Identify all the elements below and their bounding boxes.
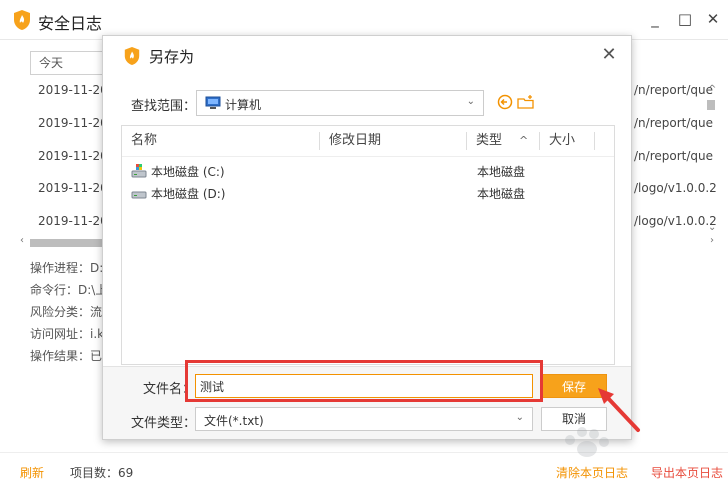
header-divider	[122, 156, 614, 157]
log-date: 2019-11-20	[38, 149, 108, 163]
drive-c-icon	[131, 164, 147, 178]
date-filter-select[interactable]: 今天	[30, 51, 105, 75]
item-count: 项目数：69	[70, 466, 134, 480]
dialog-close-button[interactable]: ✕	[599, 44, 619, 65]
detail-risk: 风险分类：流	[30, 305, 103, 319]
look-in-label: 查找范围：	[131, 99, 197, 114]
scroll-up-icon[interactable]: ^	[708, 84, 716, 95]
shield-logo-icon	[14, 10, 30, 30]
log-date: 2019-11-20	[38, 83, 108, 97]
column-divider[interactable]	[594, 132, 595, 150]
minimize-button[interactable]: _	[644, 8, 666, 30]
chevron-down-icon: ⌄	[466, 96, 475, 107]
column-name[interactable]: 名称	[131, 126, 157, 156]
column-divider[interactable]	[319, 132, 320, 150]
dialog-title: 另存为	[149, 48, 195, 66]
export-page-log-link[interactable]: 导出本页日志	[651, 464, 723, 481]
shield-logo-icon	[124, 47, 140, 65]
file-name-input[interactable]	[195, 374, 533, 398]
scroll-down-icon[interactable]: ⌄	[708, 222, 716, 233]
sort-asc-icon: ^	[519, 134, 529, 147]
drive-d-icon	[131, 191, 147, 199]
log-url: /n/report/que	[634, 116, 713, 130]
list-item[interactable]: 本地磁盘 (D:) 本地磁盘	[122, 182, 614, 204]
save-as-dialog: 另存为 ✕ 查找范围： 计算机 ⌄ 名称 修改日期 类型 ^ 大小 本地磁盘 (…	[102, 35, 632, 440]
file-name-label: 文件名：	[143, 382, 196, 397]
scroll-left-icon[interactable]: ‹	[20, 235, 24, 246]
drive-type: 本地磁盘	[477, 187, 526, 201]
file-type-value: 文件(*.txt)	[204, 414, 264, 428]
new-folder-icon[interactable]	[517, 94, 535, 110]
detail-cmdline: 命令行：D:\上	[30, 283, 108, 297]
log-url: /n/report/que	[634, 149, 713, 163]
clear-page-log-link[interactable]: 清除本页日志	[556, 464, 628, 481]
look-in-select[interactable]: 计算机 ⌄	[196, 90, 484, 116]
detail-process: 操作进程：D:\_	[30, 261, 114, 275]
detail-url: 访问网址：i.kp	[30, 327, 112, 341]
column-size[interactable]: 大小	[549, 126, 575, 156]
column-divider[interactable]	[539, 132, 540, 150]
vertical-scroll-thumb[interactable]	[707, 100, 715, 110]
log-date: 2019-11-20	[38, 181, 108, 195]
computer-icon	[205, 96, 221, 109]
log-url: /logo/v1.0.0.2	[634, 214, 717, 228]
file-type-select[interactable]: 文件(*.txt) ⌄	[195, 407, 533, 431]
close-button[interactable]: ✕	[702, 8, 724, 30]
log-url: /n/report/que	[634, 83, 713, 97]
main-titlebar: 安全日志 _ □ ✕	[0, 0, 728, 40]
log-url: /logo/v1.0.0.2	[634, 181, 717, 195]
watermark-logo	[565, 427, 609, 457]
log-date: 2019-11-20	[38, 214, 108, 228]
app-title: 安全日志	[38, 14, 103, 33]
column-divider[interactable]	[466, 132, 467, 150]
file-type-label: 文件类型：	[131, 416, 197, 431]
maximize-button[interactable]: □	[674, 8, 696, 30]
look-in-value: 计算机	[225, 98, 262, 112]
drive-type: 本地磁盘	[477, 165, 526, 179]
chevron-down-icon: ⌄	[515, 412, 524, 423]
column-modified[interactable]: 修改日期	[329, 126, 381, 156]
refresh-link[interactable]: 刷新	[20, 464, 44, 481]
file-list[interactable]: 名称 修改日期 类型 ^ 大小 本地磁盘 (C:) 本地磁盘 本地磁盘 (D:)…	[121, 125, 615, 365]
log-date: 2019-11-20	[38, 116, 108, 130]
column-type[interactable]: 类型	[476, 126, 502, 156]
list-item[interactable]: 本地磁盘 (C:) 本地磁盘	[122, 160, 614, 182]
drive-name: 本地磁盘 (D:)	[151, 187, 226, 201]
scroll-right-icon[interactable]: ›	[710, 235, 714, 246]
drive-name: 本地磁盘 (C:)	[151, 165, 225, 179]
back-icon[interactable]	[497, 94, 513, 110]
